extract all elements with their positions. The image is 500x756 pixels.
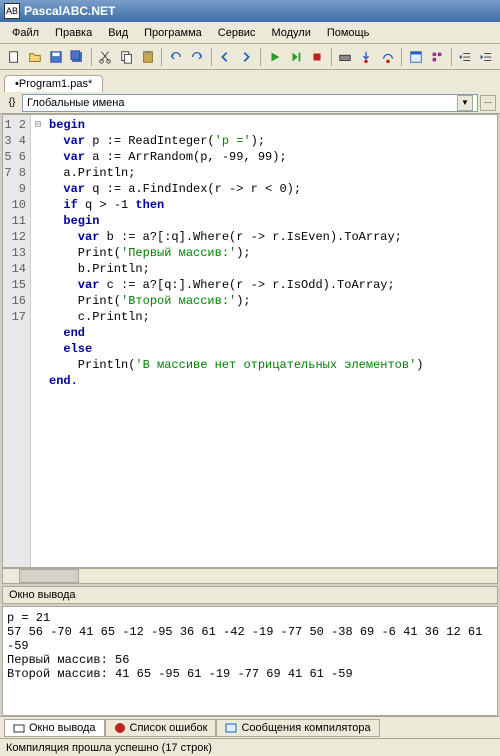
- cut-icon[interactable]: [96, 47, 115, 67]
- scope-dropdown[interactable]: Глобальные имена ▼: [22, 94, 478, 112]
- indent-icon[interactable]: [477, 47, 496, 67]
- toolbar-separator: [451, 48, 452, 66]
- chevron-down-icon: ▼: [457, 95, 473, 111]
- tab-compiler[interactable]: Сообщения компилятора: [216, 719, 379, 737]
- step-over-icon[interactable]: [378, 47, 397, 67]
- toolbar-separator: [260, 48, 261, 66]
- menu-program[interactable]: Программа: [136, 25, 210, 41]
- tab-errors[interactable]: Список ошибок: [105, 719, 217, 737]
- menu-edit[interactable]: Правка: [47, 25, 100, 41]
- paste-icon[interactable]: [138, 47, 157, 67]
- menu-view[interactable]: Вид: [100, 25, 136, 41]
- tab-output[interactable]: Окно вывода: [4, 719, 105, 737]
- tab-errors-label: Список ошибок: [130, 722, 208, 734]
- menu-modules[interactable]: Модули: [263, 25, 318, 41]
- tabbar: •Program1.pas*: [0, 70, 500, 92]
- status-text: Компиляция прошла успешно (17 строк): [6, 742, 212, 754]
- line-gutter: 1 2 3 4 5 6 7 8 9 10 11 12 13 14 15 16 1…: [3, 115, 31, 567]
- redo-icon[interactable]: [188, 47, 207, 67]
- tab-output-label: Окно вывода: [29, 722, 96, 734]
- scope-extra-button[interactable]: ⋯: [480, 95, 496, 111]
- toolbar-separator: [161, 48, 162, 66]
- menu-help[interactable]: Помощь: [319, 25, 378, 41]
- scope-icon: {}: [4, 95, 20, 111]
- compile-icon[interactable]: [336, 47, 355, 67]
- statusbar: Компиляция прошла успешно (17 строк): [0, 738, 500, 756]
- output-tab-icon: [13, 722, 25, 734]
- stop-icon[interactable]: [307, 47, 326, 67]
- scope-text: Глобальные имена: [27, 97, 457, 109]
- code-content[interactable]: begin var p := ReadInteger('p ='); var a…: [45, 115, 497, 567]
- menu-service[interactable]: Сервис: [210, 25, 264, 41]
- step-into-icon[interactable]: [357, 47, 376, 67]
- toolbar-separator: [211, 48, 212, 66]
- toolbar-separator: [401, 48, 402, 66]
- save-all-icon[interactable]: [68, 47, 87, 67]
- run-icon[interactable]: [265, 47, 284, 67]
- file-tab[interactable]: •Program1.pas*: [4, 75, 103, 92]
- copy-icon[interactable]: [117, 47, 136, 67]
- toolbar-separator: [331, 48, 332, 66]
- scope-bar: {} Глобальные имена ▼ ⋯: [0, 92, 500, 114]
- run-step-icon[interactable]: [286, 47, 305, 67]
- code-editor[interactable]: 1 2 3 4 5 6 7 8 9 10 11 12 13 14 15 16 1…: [2, 114, 498, 568]
- outdent-icon[interactable]: [456, 47, 475, 67]
- toolbar-separator: [91, 48, 92, 66]
- menubar: Файл Правка Вид Программа Сервис Модули …: [0, 22, 500, 44]
- errors-tab-icon: [114, 722, 126, 734]
- output-panel[interactable]: p = 21 57 56 -70 41 65 -12 -95 36 61 -42…: [2, 606, 498, 716]
- design-icon[interactable]: [427, 47, 446, 67]
- output-title: Окно вывода: [2, 586, 498, 604]
- app-icon: AB: [4, 3, 20, 19]
- nav-forward-icon[interactable]: [237, 47, 256, 67]
- nav-back-icon[interactable]: [216, 47, 235, 67]
- compiler-tab-icon: [225, 722, 237, 734]
- scrollbar-thumb[interactable]: [19, 569, 79, 583]
- titlebar: AB PascalABC.NET: [0, 0, 500, 22]
- open-file-icon[interactable]: [25, 47, 44, 67]
- horizontal-scrollbar[interactable]: [2, 568, 498, 584]
- menu-file[interactable]: Файл: [4, 25, 47, 41]
- tab-compiler-label: Сообщения компилятора: [241, 722, 370, 734]
- fold-column[interactable]: ⊟: [31, 115, 45, 567]
- undo-icon[interactable]: [166, 47, 185, 67]
- toolbar: [0, 44, 500, 70]
- form-icon[interactable]: [406, 47, 425, 67]
- window-title: PascalABC.NET: [24, 4, 496, 18]
- bottom-tabbar: Окно вывода Список ошибок Сообщения комп…: [0, 716, 500, 738]
- save-icon[interactable]: [46, 47, 65, 67]
- new-file-icon[interactable]: [4, 47, 23, 67]
